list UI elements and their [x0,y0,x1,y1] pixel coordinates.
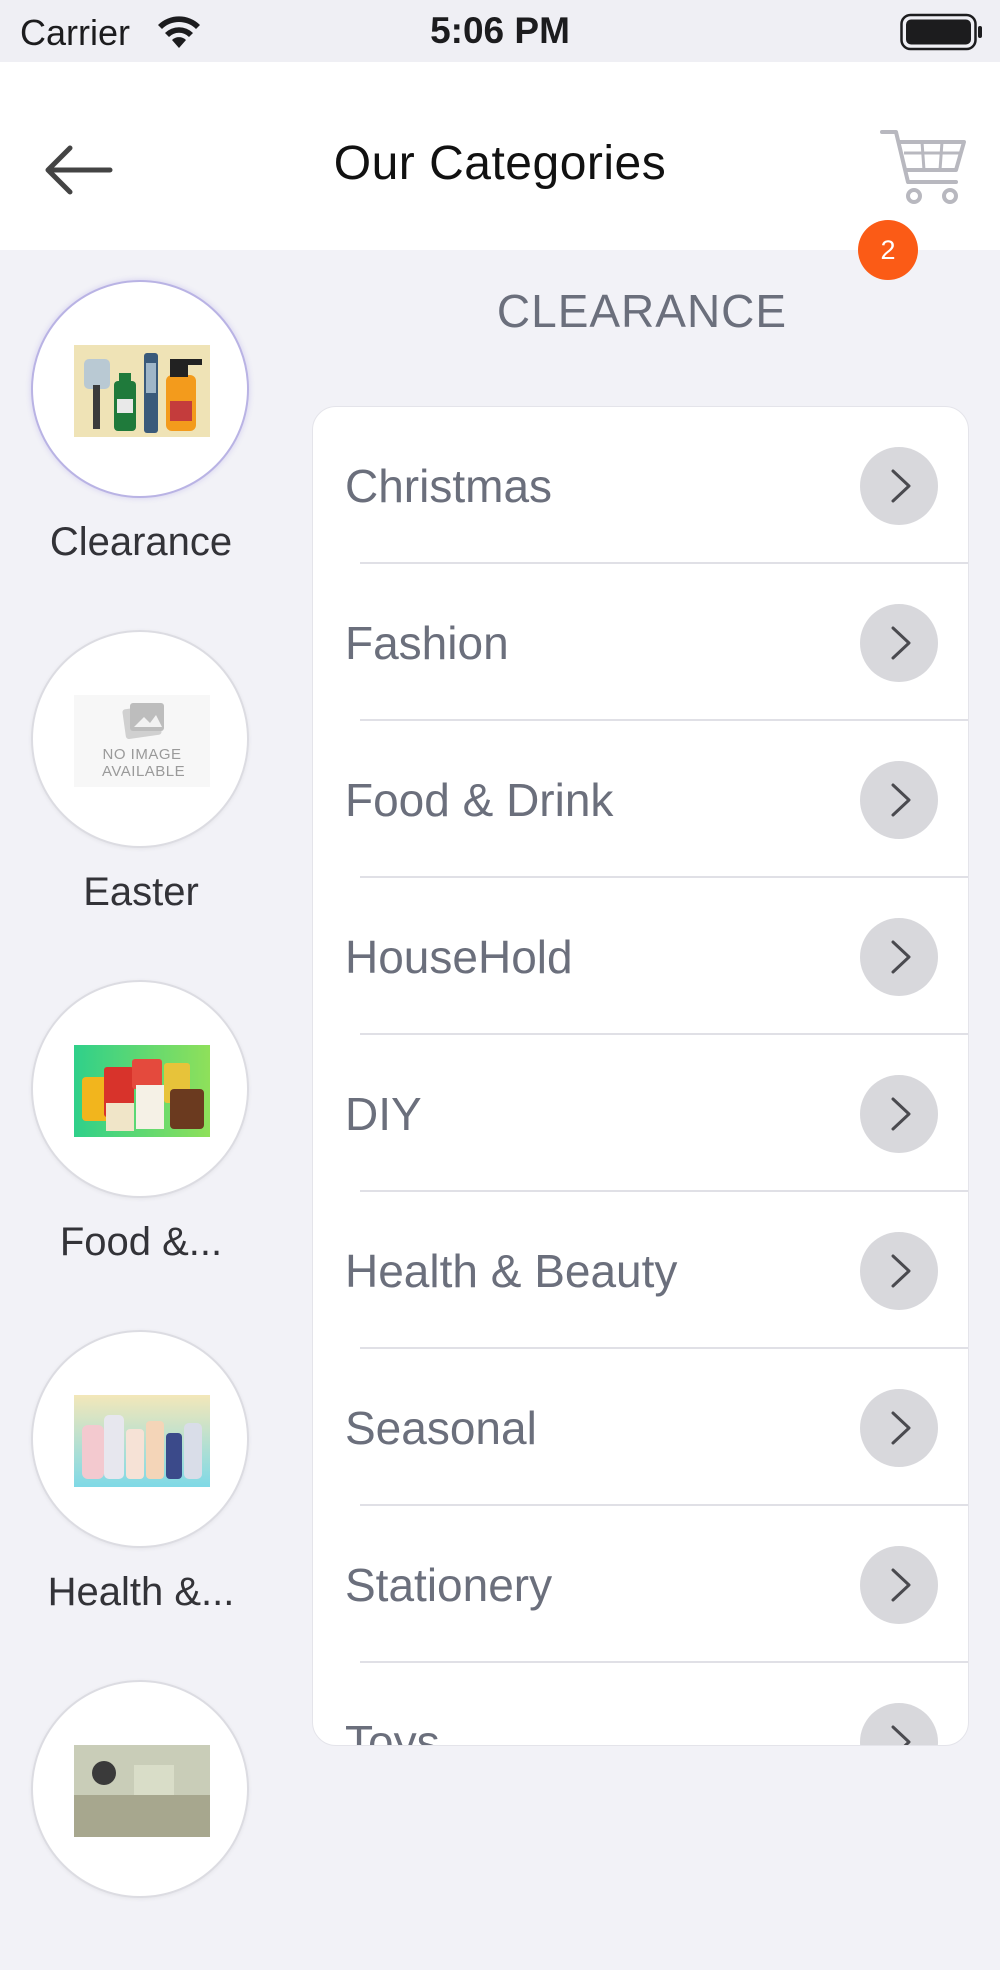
subcategory-label: Health & Beauty [345,1245,678,1297]
health-products-image [74,1395,210,1487]
rail-item-label: Easter [83,870,199,914]
subcategory-row-food-drink[interactable]: Food & Drink [313,721,968,878]
category-image [74,1745,210,1837]
chevron-right-icon[interactable] [860,447,938,525]
cart-count-badge: 2 [858,220,918,280]
image-icon [122,703,164,739]
subcategory-row-toys[interactable]: Toys [313,1663,968,1746]
rail-item-label: Food &... [59,1220,223,1264]
chevron-right-icon[interactable] [860,918,938,996]
chevron-right-icon[interactable] [860,1546,938,1624]
chevron-right-icon[interactable] [860,1075,938,1153]
subcategory-label: Fashion [345,617,509,669]
subcategory-row-seasonal[interactable]: Seasonal [313,1349,968,1506]
section-title: CLEARANCE [496,285,788,337]
rail-item-label: Health &... [47,1570,235,1614]
rail-item-partial[interactable] [0,1650,282,1970]
status-bar: Carrier 5:06 PM [0,0,1000,62]
no-image-placeholder: NO IMAGE AVAILABLE [74,695,210,787]
subcategory-row-fashion[interactable]: Fashion [313,564,968,721]
page-title: Our Categories [333,137,667,190]
subcategory-row-household[interactable]: HouseHold [313,878,968,1035]
rail-item-health-beauty[interactable]: Health &... [0,1300,282,1620]
subcategory-row-stationery[interactable]: Stationery [313,1506,968,1663]
subcategory-list: Christmas Fashion Food & Drink HouseHold… [312,406,969,1746]
chevron-right-icon[interactable] [860,604,938,682]
subcategory-label: HouseHold [345,931,573,983]
chevron-right-icon[interactable] [860,1703,938,1745]
cart-icon [880,130,966,204]
subcategory-row-health-beauty[interactable]: Health & Beauty [313,1192,968,1349]
rail-item-clearance[interactable]: Clearance [0,250,282,570]
nav-bar: Our Categories 2 [0,62,1000,280]
cart-button[interactable]: 2 [858,120,968,280]
clock: 5:06 PM [430,10,570,51]
chevron-right-icon[interactable] [860,1232,938,1310]
chevron-right-icon[interactable] [860,761,938,839]
clearance-products-image [74,345,210,437]
chevron-right-icon[interactable] [860,1389,938,1467]
battery-icon [900,13,982,51]
rail-item-food-drink[interactable]: Food &... [0,950,282,1270]
no-image-text: NO IMAGE AVAILABLE [102,746,186,780]
category-thumbnail [31,1680,249,1898]
category-thumbnail [31,1330,249,1548]
subcategory-label: Stationery [345,1559,553,1611]
category-thumbnail [31,280,249,498]
subcategory-row-diy[interactable]: DIY [313,1035,968,1192]
subcategory-label: Seasonal [345,1402,537,1454]
category-thumbnail [31,980,249,1198]
subcategory-label: Christmas [345,460,553,512]
subcategory-label: DIY [345,1088,422,1140]
subcategory-label: Toys [345,1716,440,1746]
rail-item-easter[interactable]: NO IMAGE AVAILABLE Easter [0,600,282,920]
category-thumbnail: NO IMAGE AVAILABLE [31,630,249,848]
subcategory-label: Food & Drink [345,774,614,826]
category-rail: Clearance NO IMAGE AVAILABLE Easter Food… [0,250,282,1898]
rail-item-label: Clearance [49,520,233,564]
food-products-image [74,1045,210,1137]
subcategory-row-christmas[interactable]: Christmas [313,407,968,564]
